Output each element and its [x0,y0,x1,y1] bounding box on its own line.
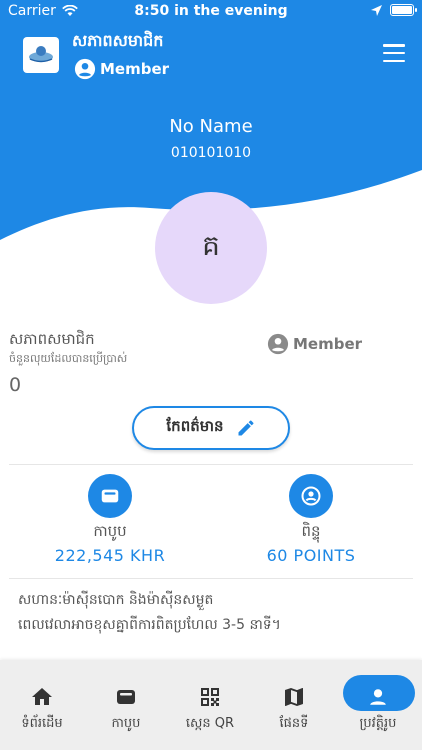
nav-item-map[interactable]: ផែនទី [252,660,336,750]
qr-code-icon [168,682,252,712]
menu-button[interactable] [383,44,405,62]
wallet-icon [84,682,168,712]
hamburger-menu-icon [383,44,405,47]
nav-item-scan-qr[interactable]: ស្កេន QR [168,660,252,750]
nav-label-map: ផែនទី [279,716,309,731]
points-icon [289,474,333,518]
membership-amount: 0 [9,374,22,396]
map-icon [252,682,336,712]
header-title: សភាពសមាជិក [72,31,164,50]
profile-name: No Name [169,116,253,137]
status-bar: Carrier 8:50 in the evening [0,0,422,24]
nav-label-scan-qr: ស្កេន QR [185,716,235,731]
nav-item-profile[interactable]: ប្រវត្តិរូប [336,660,420,750]
account-circle-icon [74,58,96,80]
avatar-initial: គ [202,228,220,262]
wallet-value: 222,545 KHR [54,546,166,565]
profile-icon [336,682,420,712]
app-header: សភាពសមាជិក Member [0,30,422,90]
nav-item-wallet[interactable]: កាបូប [84,660,168,750]
edit-profile-label: កែពត៌មាន [166,418,224,435]
nav-item-home[interactable]: ទំព័រដើម [0,660,84,750]
notice-line-1: សហានៈម៉ាស៊ីនបោក និងម៉ាស៊ីនសម្ងួត [18,592,214,608]
account-circle-icon [267,333,289,355]
wallet-label: កាបូប [93,522,127,540]
wallet-icon [88,474,132,518]
points-label: ពិន្ទុ [301,522,321,540]
battery-icon [390,4,417,16]
divider [9,578,413,579]
nav-label-home: ទំព័រដើម [21,716,63,731]
notice-line-2: ពេលវេលាអាចខុសគ្នាពីការពិតប្រហែល 3-5 នាទី… [18,617,281,633]
status-time: 8:50 in the evening [134,3,288,19]
edit-profile-button[interactable]: កែពត៌មាន [132,406,290,450]
home-icon [0,682,84,712]
avatar[interactable]: គ [155,192,267,304]
membership-subtitle: ចំនួនលុយដែលបានប្រើប្រាស់ [9,352,128,365]
membership-title: សភាពសមាជិក [9,330,95,348]
pencil-icon [238,420,254,436]
nav-label-profile: ប្រវត្តិរូប [359,716,397,731]
membership-level-label: Member [293,335,363,353]
machine-notice: សហានៈម៉ាស៊ីនបោក និងម៉ាស៊ីនសម្ងួត ពេលវេលា… [18,588,281,638]
points-value: 60 POINTS [266,546,356,565]
nav-label-wallet: កាបូប [111,716,141,731]
header-member-label: Member [100,60,170,78]
header-member-badge: Member [74,58,169,80]
wallet-stat[interactable]: កាបូប 222,545 KHR [10,474,210,565]
membership-level-badge: Member [267,333,362,355]
points-stat[interactable]: ពិន្ទុ 60 POINTS [211,474,411,565]
company-logo [23,37,59,73]
profile-phone: 010101010 [170,145,252,161]
divider [9,464,413,465]
location-arrow-icon [371,4,382,16]
